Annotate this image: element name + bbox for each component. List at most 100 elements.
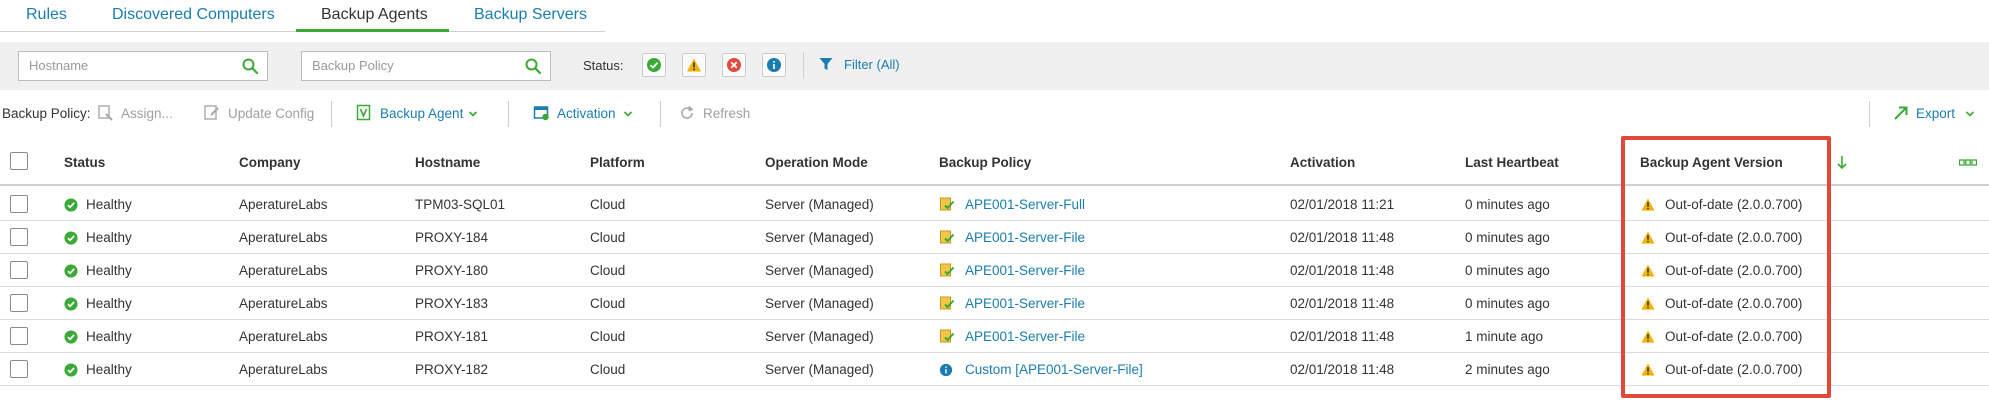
column-header-backup-policy[interactable]: Backup Policy xyxy=(939,155,1031,170)
operation-mode-cell: Server (Managed) xyxy=(765,230,874,245)
update-config-button[interactable]: Update Config xyxy=(203,104,318,126)
backup-policy-link[interactable]: APE001-Server-Full xyxy=(965,197,1085,212)
operation-mode-cell: Server (Managed) xyxy=(765,329,874,344)
platform-cell: Cloud xyxy=(590,230,626,245)
error-circle-icon xyxy=(727,58,741,72)
operation-mode-cell: Server (Managed) xyxy=(765,263,874,278)
check-circle-icon xyxy=(64,198,78,212)
chevron-down-icon xyxy=(468,111,478,117)
search-icon[interactable] xyxy=(241,57,259,75)
hostname-cell: PROXY-182 xyxy=(415,362,489,377)
status-info-toggle[interactable] xyxy=(762,53,786,77)
activation-cell: 02/01/2018 11:48 xyxy=(1290,296,1395,311)
platform-cell: Cloud xyxy=(590,296,626,311)
activation-cell: 02/01/2018 11:48 xyxy=(1290,263,1395,278)
export-menu-button[interactable]: Export xyxy=(1892,104,1982,126)
divider xyxy=(803,52,804,78)
column-chooser-icon[interactable] xyxy=(1959,159,1977,167)
status-text: Healthy xyxy=(86,362,132,377)
last-heartbeat-cell: 0 minutes ago xyxy=(1465,230,1550,245)
column-header-activation[interactable]: Activation xyxy=(1290,155,1355,170)
row-checkbox[interactable] xyxy=(10,360,28,378)
backup-policy-link[interactable]: APE001-Server-File xyxy=(965,263,1085,278)
backup-policy-link[interactable]: Custom [APE001-Server-File] xyxy=(965,362,1143,377)
column-header-operation-mode[interactable]: Operation Mode xyxy=(765,155,868,170)
check-circle-icon xyxy=(64,264,78,278)
platform-cell: Cloud xyxy=(590,362,626,377)
hostname-cell: PROXY-181 xyxy=(415,329,489,344)
row-checkbox[interactable] xyxy=(10,294,28,312)
company-cell: AperatureLabs xyxy=(239,296,328,311)
divider xyxy=(331,101,332,127)
chevron-down-icon xyxy=(1965,111,1975,117)
export-arrow-icon xyxy=(1894,106,1908,120)
operation-mode-cell: Server (Managed) xyxy=(765,197,874,212)
company-cell: AperatureLabs xyxy=(239,197,328,212)
activation-icon xyxy=(533,106,549,121)
divider xyxy=(660,101,661,127)
export-label: Export xyxy=(1916,106,1956,121)
hostname-search-input[interactable]: Hostname xyxy=(18,51,268,81)
backup-policy-link[interactable]: APE001-Server-File xyxy=(965,296,1085,311)
status-text: Healthy xyxy=(86,296,132,311)
backup-policy-link[interactable]: APE001-Server-File xyxy=(965,329,1085,344)
platform-cell: Cloud xyxy=(590,329,626,344)
company-cell: AperatureLabs xyxy=(239,362,328,377)
assign-label: Assign... xyxy=(121,106,173,121)
row-checkbox[interactable] xyxy=(10,261,28,279)
backup-policy-link[interactable]: APE001-Server-File xyxy=(965,230,1085,245)
column-header-platform[interactable]: Platform xyxy=(590,155,645,170)
chevron-down-icon xyxy=(623,111,633,117)
sort-descending-icon[interactable] xyxy=(1836,155,1848,171)
activation-cell: 02/01/2018 11:48 xyxy=(1290,230,1395,245)
last-heartbeat-cell: 0 minutes ago xyxy=(1465,296,1550,311)
row-checkbox[interactable] xyxy=(10,195,28,213)
backup-policy-label-text: Backup Policy: xyxy=(2,106,91,121)
tab-backup-servers[interactable]: Backup Servers xyxy=(474,6,587,32)
assign-button[interactable]: Assign... xyxy=(97,104,177,126)
search-icon[interactable] xyxy=(524,57,542,75)
update-config-label: Update Config xyxy=(228,106,315,121)
assign-policy-icon xyxy=(98,105,113,121)
hostname-cell: PROXY-184 xyxy=(415,230,489,245)
company-cell: AperatureLabs xyxy=(239,230,328,245)
status-healthy-toggle[interactable] xyxy=(642,53,666,77)
filter-all-label: Filter (All) xyxy=(844,57,900,72)
activation-menu-button[interactable]: Activation xyxy=(533,104,638,126)
row-checkbox[interactable] xyxy=(10,327,28,345)
last-heartbeat-cell: 1 minute ago xyxy=(1465,329,1544,344)
backup-policy-toolbar-label: Backup Policy: xyxy=(2,104,94,126)
column-header-company[interactable]: Company xyxy=(239,155,301,170)
version-column-highlight xyxy=(1621,136,1831,398)
check-circle-icon xyxy=(647,58,661,72)
column-header-status[interactable]: Status xyxy=(64,155,105,170)
backup-agent-label: Backup Agent xyxy=(380,106,464,121)
info-circle-icon xyxy=(939,363,953,377)
divider xyxy=(1869,101,1870,127)
status-warning-toggle[interactable] xyxy=(682,53,706,77)
activation-label: Activation xyxy=(557,106,616,121)
backup-agent-menu-button[interactable]: Backup Agent xyxy=(356,104,481,126)
tab-discovered-computers[interactable]: Discovered Computers xyxy=(112,6,275,32)
update-config-icon xyxy=(204,105,219,120)
filter-icon xyxy=(819,58,833,70)
platform-cell: Cloud xyxy=(590,263,626,278)
select-all-checkbox[interactable] xyxy=(10,152,28,170)
filter-bar: Hostname Backup Policy xyxy=(0,42,1989,90)
column-header-last-heartbeat[interactable]: Last Heartbeat xyxy=(1465,155,1559,170)
column-header-hostname[interactable]: Hostname xyxy=(415,155,480,170)
operation-mode-cell: Server (Managed) xyxy=(765,362,874,377)
row-checkbox[interactable] xyxy=(10,228,28,246)
status-error-toggle[interactable] xyxy=(722,53,746,77)
backup-policy-search-input[interactable]: Backup Policy xyxy=(301,51,551,81)
last-heartbeat-cell: 0 minutes ago xyxy=(1465,263,1550,278)
activation-cell: 02/01/2018 11:21 xyxy=(1290,197,1395,212)
backup-agent-icon xyxy=(356,104,371,121)
refresh-button[interactable]: Refresh xyxy=(678,104,758,126)
tab-rules[interactable]: Rules xyxy=(26,6,67,32)
policy-icon xyxy=(940,263,955,277)
tab-bar: Rules Discovered Computers Backup Agents… xyxy=(0,0,605,32)
info-circle-icon xyxy=(767,58,781,72)
last-heartbeat-cell: 2 minutes ago xyxy=(1465,362,1550,377)
status-text: Healthy xyxy=(86,263,132,278)
